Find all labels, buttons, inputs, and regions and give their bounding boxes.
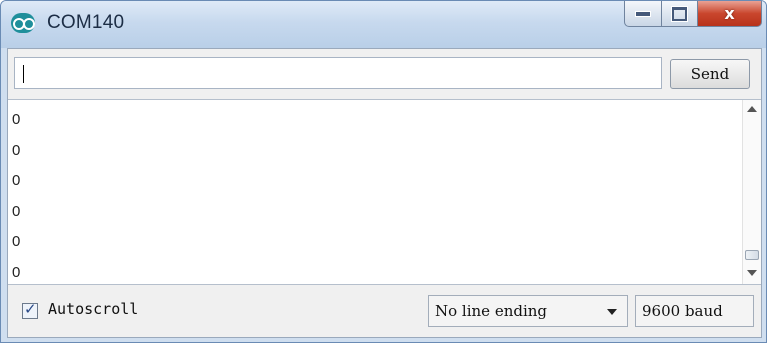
line-ending-select[interactable]: No line ending [428,295,628,327]
autoscroll-checkbox[interactable]: ✓ [22,300,38,319]
output-line: 0 [12,202,21,220]
minimize-icon [635,10,651,17]
send-button[interactable]: Send [670,59,750,89]
maximize-button[interactable] [662,1,698,27]
output-line: 0 [12,233,21,250]
vertical-scrollbar[interactable] [742,100,761,284]
serial-input[interactable] [14,57,662,89]
close-button[interactable]: x [698,1,762,27]
window-title: COM140 [47,12,125,33]
scroll-up-icon[interactable] [747,106,757,112]
baud-rate-value: 9600 baud [642,302,723,320]
output-line: 0 [12,172,21,189]
maximize-icon [671,5,688,22]
title-bar[interactable]: COM140 x [1,1,766,48]
autoscroll-label[interactable]: Autoscroll [48,300,138,318]
serial-monitor-body: Send 0 0 0 0 0 0 ✓ Autoscroll No line en… [7,48,762,338]
output-line: 0 [12,111,21,128]
minimize-button[interactable] [624,1,662,27]
text-caret [23,65,24,83]
arduino-icon [11,13,35,33]
close-icon: x [724,4,735,23]
scroll-thumb[interactable] [745,250,759,260]
scroll-down-icon[interactable] [747,270,757,276]
output-lines: 0 0 0 0 0 0 [12,108,20,291]
window-controls: x [624,1,762,29]
chevron-down-icon [607,309,617,315]
serial-output[interactable]: 0 0 0 0 0 0 [8,99,761,285]
checkmark-icon: ✓ [24,300,37,318]
status-bar: ✓ Autoscroll No line ending 9600 baud [8,285,761,337]
send-bar: Send [8,49,761,99]
baud-rate-select[interactable]: 9600 baud [635,295,754,327]
serial-monitor-window: COM140 x Send 0 0 0 0 0 0 ✓ Autoscroll N… [0,0,767,343]
output-line: 0 [12,141,21,159]
line-ending-value: No line ending [435,302,548,320]
